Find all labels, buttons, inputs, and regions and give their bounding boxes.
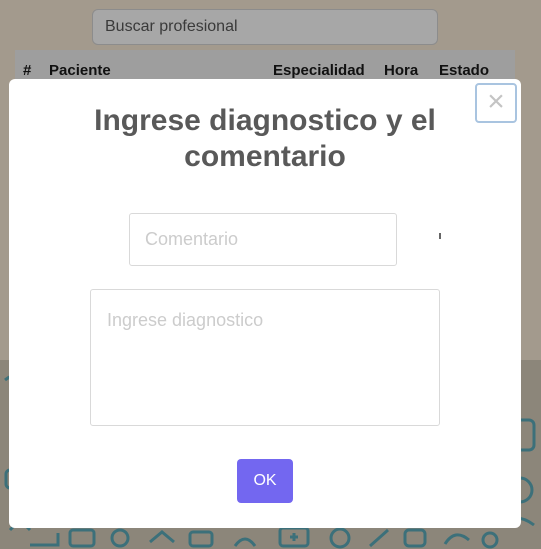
close-icon[interactable]: × — [475, 83, 517, 123]
column-header-estado: Estado — [439, 62, 490, 79]
ok-button[interactable]: OK — [237, 459, 293, 503]
comment-input[interactable] — [129, 213, 397, 266]
search-input[interactable]: Buscar profesional — [92, 9, 438, 45]
page: Buscar profesional # Paciente Especialid… — [0, 0, 541, 549]
modal-title: Ingrese diagnostico y el comentario — [94, 104, 436, 173]
diagnosis-modal: × Ingrese diagnostico y el comentario OK — [9, 79, 521, 528]
diagnosis-textarea[interactable] — [90, 289, 440, 426]
column-header-paciente: Paciente — [49, 62, 111, 79]
column-header-hora: Hora — [384, 62, 419, 79]
column-header-especialidad: Especialidad — [273, 62, 365, 79]
column-header-number: # — [23, 62, 32, 79]
decorative-tick — [439, 233, 441, 239]
